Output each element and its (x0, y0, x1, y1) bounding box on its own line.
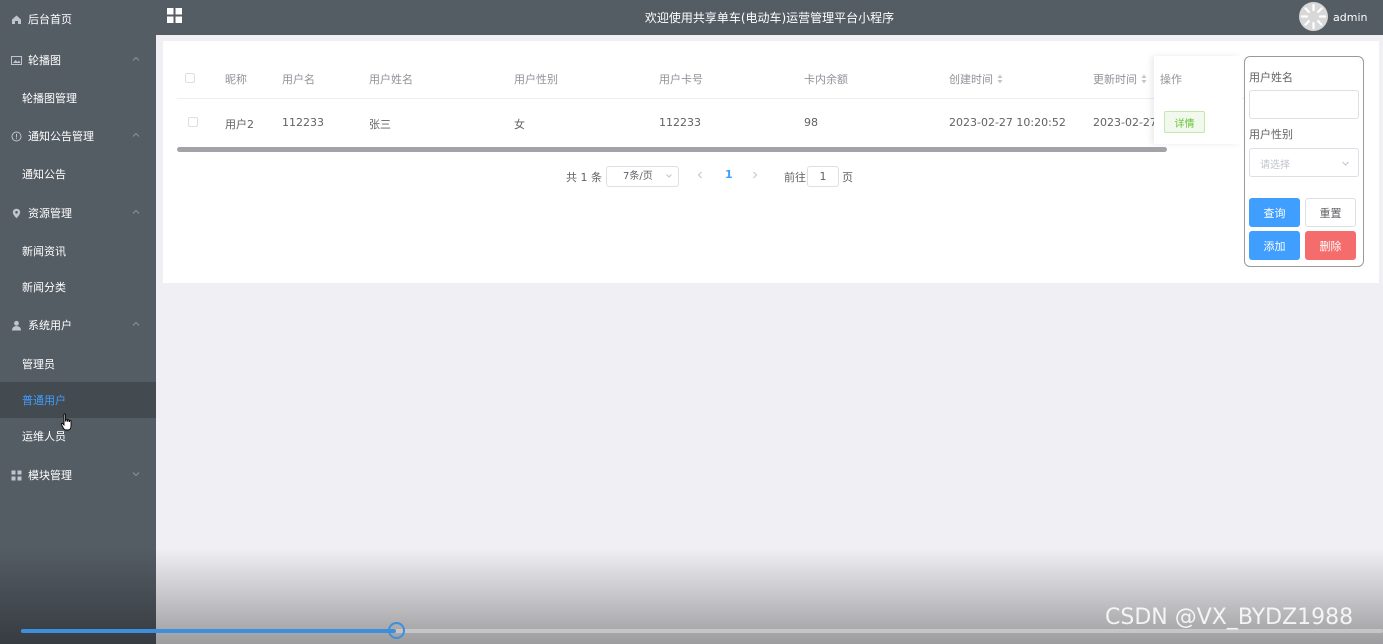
sidebar-item-normal-users[interactable]: 普通用户 (0, 382, 156, 418)
column-header: 用户名 (282, 73, 315, 86)
sidebar-item-label: 系统用户 (28, 319, 72, 332)
watermark: CSDN @VX_BYDZ1988 (1105, 605, 1354, 630)
column-header: 用户卡号 (659, 73, 703, 86)
cell-username: 112233 (282, 116, 324, 129)
video-progress-handle[interactable] (387, 622, 405, 639)
pagination-total: 共 1 条 (566, 171, 602, 184)
cell-created-time: 2023-02-27 10:20:52 (949, 116, 1066, 129)
cell-gender: 女 (514, 118, 525, 131)
goto-label: 前往 (784, 171, 806, 184)
home-icon (10, 13, 22, 25)
search-panel: 用户姓名 用户性别 请选择 查询 重置 添加 删除 (1244, 56, 1364, 267)
gender-placeholder: 请选择 (1260, 160, 1290, 171)
sidebar-item-admin[interactable]: 管理员 (0, 346, 156, 382)
page-size-value: 7条/页 (623, 171, 653, 182)
sidebar-item-label: 新闻分类 (22, 281, 66, 294)
column-header: 昵称 (225, 73, 247, 86)
sidebar-item-label: 模块管理 (28, 469, 72, 482)
query-button[interactable]: 查询 (1249, 198, 1300, 227)
sidebar-item-notice[interactable]: 通知公告 (0, 156, 156, 192)
username-label[interactable]: admin (1333, 11, 1367, 24)
add-button[interactable]: 添加 (1249, 231, 1300, 260)
sidebar-item-operators[interactable]: 运维人员 (0, 418, 156, 454)
sidebar-item-label: 普通用户 (22, 394, 66, 407)
info-icon (10, 130, 22, 142)
video-progress-fill (21, 629, 396, 633)
column-header: 卡内余额 (804, 73, 848, 86)
page-title: 欢迎使用共享单车(电动车)运营管理平台小程序 (644, 11, 895, 25)
location-icon (10, 207, 22, 219)
sidebar-item-carousel[interactable]: 轮播图 (0, 42, 156, 78)
sidebar-item-label: 管理员 (22, 358, 55, 371)
column-header: 操作 (1160, 73, 1182, 86)
sidebar-item-label: 资源管理 (28, 207, 72, 220)
avatar[interactable] (1299, 2, 1328, 31)
chevron-down-icon (132, 472, 140, 477)
horizontal-scrollbar[interactable] (177, 147, 1167, 152)
current-page[interactable]: 1 (725, 168, 733, 181)
chevron-up-icon (132, 321, 140, 326)
sidebar-item-label: 通知公告管理 (28, 130, 94, 143)
chevron-up-icon (132, 56, 140, 61)
column-header: 用户姓名 (369, 73, 413, 86)
menu-grid-icon (10, 469, 22, 481)
sort-icon[interactable] (997, 74, 1003, 84)
row-checkbox[interactable] (188, 117, 198, 127)
picture-icon (10, 54, 22, 66)
name-label: 用户姓名 (1249, 71, 1293, 84)
cell-card-number: 112233 (659, 116, 701, 129)
chevron-up-icon (132, 209, 140, 214)
sidebar-item-notice-manage[interactable]: 通知公告管理 (0, 118, 156, 154)
main-card: 昵称 用户名 用户姓名 用户性别 用户卡号 卡内余额 创建时间 更新时间 用户2… (163, 41, 1379, 283)
sidebar-item-label: 通知公告 (22, 168, 66, 181)
sidebar-item-news-category[interactable]: 新闻分类 (0, 269, 156, 305)
select-all-checkbox[interactable] (185, 73, 195, 83)
chevron-down-icon (1342, 161, 1349, 166)
sort-icon[interactable] (1141, 74, 1147, 84)
name-input[interactable] (1249, 90, 1359, 119)
sidebar-item-label: 轮播图 (28, 54, 61, 67)
chevron-up-icon (132, 132, 140, 137)
next-page-icon[interactable] (750, 170, 760, 180)
header-divider (177, 98, 1253, 99)
delete-button[interactable]: 删除 (1305, 231, 1356, 260)
goto-page-input[interactable]: 1 (807, 166, 839, 187)
sidebar-item-carousel-manage[interactable]: 轮播图管理 (0, 80, 156, 116)
column-header: 用户性别 (514, 73, 558, 86)
column-header-label: 更新时间 (1093, 73, 1137, 86)
sidebar-item-resource-manage[interactable]: 资源管理 (0, 195, 156, 231)
sidebar-item-system-users[interactable]: 系统用户 (0, 307, 156, 343)
page-unit-label: 页 (842, 171, 853, 184)
cell-balance: 98 (804, 116, 818, 129)
loading-avatar-icon (1300, 3, 1327, 30)
hand-cursor-icon (60, 413, 72, 431)
sidebar-item-news[interactable]: 新闻资讯 (0, 233, 156, 269)
gender-select[interactable]: 请选择 (1249, 148, 1359, 177)
sidebar-item-home[interactable]: 后台首页 (0, 1, 156, 37)
sidebar-item-label: 新闻资讯 (22, 245, 66, 258)
gender-label: 用户性别 (1249, 128, 1293, 141)
chevron-down-icon (666, 174, 672, 178)
sidebar-item-module-manage[interactable]: 模块管理 (0, 457, 156, 493)
top-header: 欢迎使用共享单车(电动车)运营管理平台小程序 admin (156, 0, 1383, 35)
user-icon (10, 319, 22, 331)
prev-page-icon[interactable] (695, 170, 705, 180)
reset-button[interactable]: 重置 (1305, 198, 1356, 227)
cell-real-name: 张三 (369, 118, 391, 131)
column-header-updated[interactable]: 更新时间 (1093, 71, 1147, 87)
page-size-select[interactable]: 7条/页 (606, 166, 679, 187)
sidebar-item-label: 轮播图管理 (22, 92, 77, 105)
detail-button[interactable]: 详情 (1164, 111, 1205, 133)
cell-nickname: 用户2 (225, 118, 254, 131)
column-header-label: 创建时间 (949, 73, 993, 86)
column-header-created[interactable]: 创建时间 (949, 71, 1003, 87)
sidebar-item-label: 后台首页 (28, 13, 72, 26)
